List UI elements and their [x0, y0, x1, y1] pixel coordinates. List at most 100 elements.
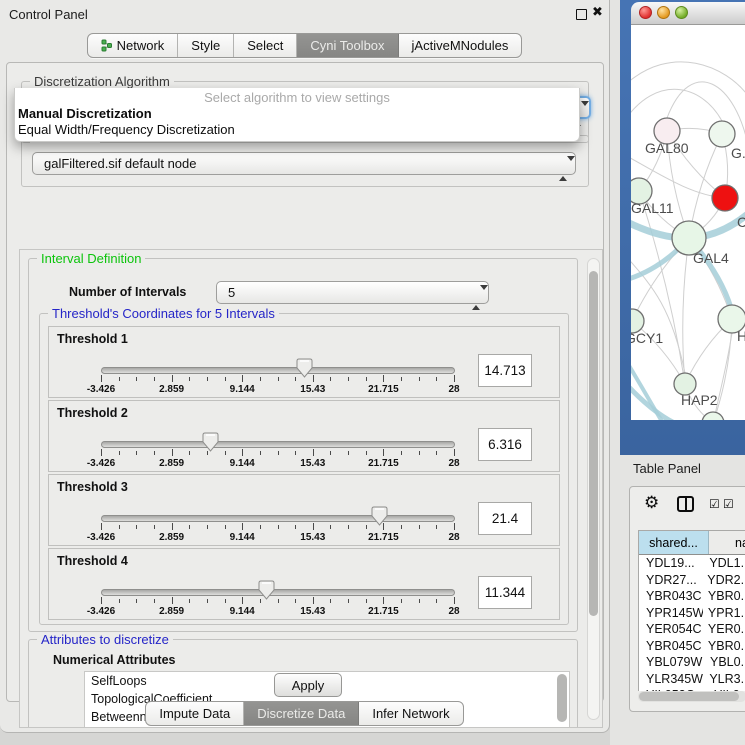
tab-label: Discretize Data [257, 702, 345, 725]
close-traffic-light-icon[interactable] [639, 6, 652, 19]
tick-label: 28 [448, 384, 459, 395]
close-icon[interactable]: ✖ [592, 5, 603, 20]
float-icon[interactable] [576, 9, 587, 20]
table-row[interactable]: YBR045CYBR0... [639, 638, 745, 655]
tab-style[interactable]: Style [178, 34, 234, 57]
cell-name: YDL1... [704, 556, 745, 570]
thresholds-list: Threshold 1 -3.426 2.859 9.144 15.43 21.715 28… [48, 326, 560, 622]
tab-label: Impute Data [159, 702, 230, 725]
algorithm-popup: Select algorithm to view settings Manual… [14, 88, 580, 142]
table-row[interactable]: YBR043CYBR0... [639, 588, 745, 605]
cell-shared-name: YER054C [639, 622, 703, 636]
split-columns-icon[interactable] [677, 496, 694, 512]
threshold-card-2: Threshold 2-3.4262.8599.14415.4321.71528… [48, 400, 560, 472]
tab-discretize-data[interactable]: Discretize Data [244, 702, 359, 725]
tab-jactivemnodules[interactable]: jActiveMNodules [399, 34, 522, 57]
threshold-value-field[interactable]: 14.713 [478, 354, 532, 387]
cell-name: YBR0... [703, 589, 745, 603]
network-edge [683, 238, 689, 384]
table-data-combo[interactable]: galFiltered.sif default node [32, 152, 576, 175]
network-canvas[interactable]: GAL80G.CGAL11GAL4GCY1HHAP2 [631, 25, 745, 420]
column-header-name[interactable]: na [709, 531, 745, 554]
table-row[interactable]: YDR27...YDR2... [639, 572, 745, 589]
attributes-title: Attributes to discretize [37, 632, 173, 647]
network-node-c[interactable] [712, 185, 738, 211]
slider-track[interactable] [101, 441, 455, 448]
tick-label: 28 [448, 532, 459, 543]
threshold-card-1: Threshold 1-3.4262.8599.14415.4321.71528… [48, 326, 560, 398]
network-node[interactable] [702, 412, 724, 420]
table-row[interactable]: YDL19...YDL1... [639, 555, 745, 572]
control-panel-titlebar: Control Panel ✖ [0, 0, 609, 28]
tab-label: Cyni Toolbox [310, 34, 384, 57]
cell-name: YLR3... [704, 672, 745, 686]
network-node-label: HAP2 [681, 392, 718, 408]
cell-name: YBL0... [705, 655, 745, 669]
tab-label: jActiveMNodules [412, 34, 509, 57]
settings-scrollbar[interactable] [587, 258, 600, 720]
threshold-label: Threshold 1 [57, 332, 128, 346]
settings-scrollbar-thumb[interactable] [589, 271, 598, 616]
tab-label: Network [117, 34, 165, 57]
zoom-traffic-light-icon[interactable] [675, 6, 688, 19]
threshold-card-3: Threshold 3-3.4262.8599.14415.4321.71528… [48, 474, 560, 546]
table-row[interactable]: YPR145WYPR1... [639, 605, 745, 622]
network-node-label: G. [731, 145, 745, 161]
table-horizontal-scrollbar-thumb[interactable] [639, 692, 739, 701]
tick-label: 2.859 [159, 384, 184, 395]
network-node-label: C [737, 214, 745, 230]
slider-ticks [101, 375, 456, 384]
tab-cyni-toolbox[interactable]: Cyni Toolbox [297, 34, 398, 57]
tick-label: 15.43 [300, 606, 325, 617]
cell-shared-name: YDL19... [639, 556, 704, 570]
tick-label: 2.859 [159, 458, 184, 469]
tab-infer-network[interactable]: Infer Network [359, 702, 462, 725]
threshold-value-field[interactable]: 21.4 [478, 502, 532, 535]
tab-network[interactable]: Network [88, 34, 179, 57]
slider-track[interactable] [101, 589, 455, 596]
node-table[interactable]: shared...naYDL19...YDL1...YDR27...YDR2..… [638, 530, 745, 691]
checkbox-icon[interactable]: ☑ [709, 497, 720, 511]
minimize-traffic-light-icon[interactable] [657, 6, 670, 19]
interval-definition-title: Interval Definition [37, 251, 145, 266]
cell-shared-name: YPR145W [639, 606, 703, 620]
algorithm-popup-header: Select algorithm to view settings [15, 88, 579, 106]
network-node-g-[interactable] [709, 121, 735, 147]
network-view-window: GAL80G.CGAL11GAL4GCY1HHAP2 [631, 2, 745, 420]
column-header-shared-name[interactable]: shared... [639, 531, 709, 554]
threshold-label: Threshold 3 [57, 480, 128, 494]
number-of-intervals-combo[interactable]: 5 [216, 281, 489, 304]
tick-label: -3.426 [87, 532, 115, 543]
network-node-label: H [737, 328, 745, 344]
numerical-attributes-label: Numerical Attributes [53, 653, 175, 667]
table-horizontal-scrollbar[interactable] [638, 691, 745, 702]
network-node-label: GAL80 [645, 140, 689, 156]
control-panel-window: Control Panel ✖ Network StyleSelect Cyni T… [0, 0, 610, 733]
tab-select[interactable]: Select [234, 34, 297, 57]
threshold-value-field[interactable]: 6.316 [478, 428, 532, 461]
algorithm-option-equal-width[interactable]: Equal Width/Frequency Discretization [15, 122, 579, 138]
tick-label: 9.144 [230, 384, 255, 395]
tick-label: 21.715 [368, 384, 399, 395]
algorithm-option-manual[interactable]: Manual Discretization [15, 106, 579, 122]
cell-shared-name: YBR043C [639, 589, 703, 603]
table-row[interactable]: YLR345WYLR3... [639, 671, 745, 688]
tick-label: 9.144 [230, 606, 255, 617]
combo-arrows-icon [472, 287, 481, 309]
threshold-value-field[interactable]: 11.344 [478, 576, 532, 609]
network-node-label: GAL4 [693, 250, 729, 266]
tick-label: 28 [448, 458, 459, 469]
gear-icon[interactable]: ⚙ [644, 493, 659, 513]
tab-impute-data[interactable]: Impute Data [146, 702, 244, 725]
settings-scroll-area: Interval Definition Number of Intervals … [19, 249, 603, 728]
tick-label: 15.43 [300, 532, 325, 543]
slider-track[interactable] [101, 367, 455, 374]
table-row[interactable]: YBL079WYBL0... [639, 654, 745, 671]
slider-track[interactable] [101, 515, 455, 522]
tick-label: 21.715 [368, 458, 399, 469]
network-node-label: GCY1 [631, 330, 663, 346]
checkbox-icon[interactable]: ☑ [723, 497, 734, 511]
table-row[interactable]: YER054CYER0... [639, 621, 745, 638]
apply-button[interactable]: Apply [274, 673, 342, 697]
network-edge [639, 191, 685, 384]
